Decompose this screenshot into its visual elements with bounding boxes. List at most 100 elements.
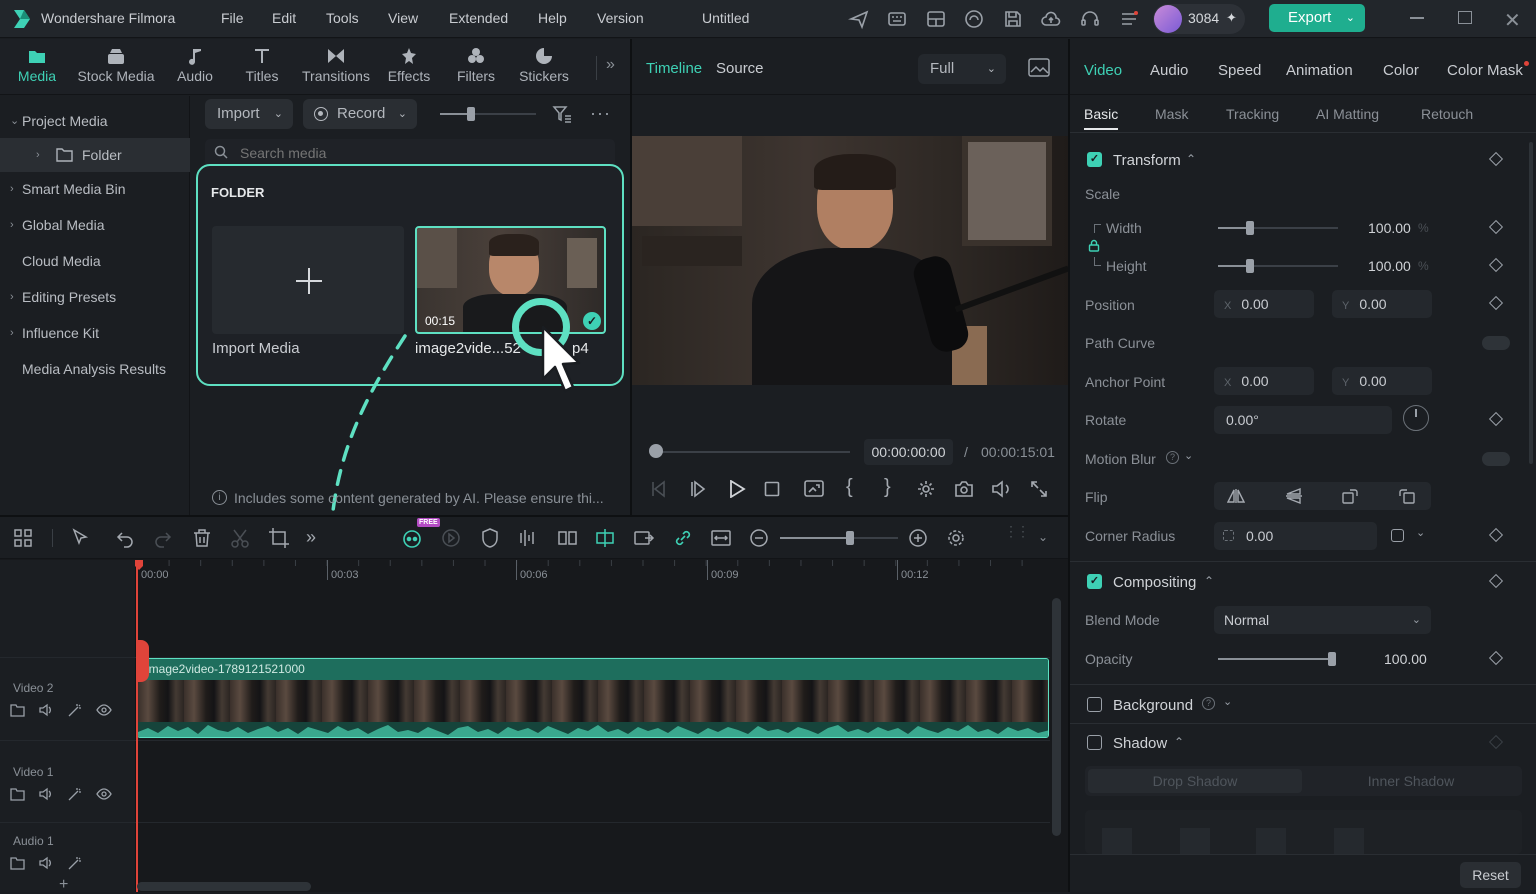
menu-tools[interactable]: Tools xyxy=(326,0,359,38)
more-options-icon[interactable]: ··· xyxy=(590,103,611,124)
delete-icon[interactable] xyxy=(191,527,213,549)
mark-in-icon[interactable]: { xyxy=(846,476,853,499)
step-forward-icon[interactable] xyxy=(689,480,709,498)
shadow-checkbox[interactable] xyxy=(1087,735,1102,750)
chevron-down-icon[interactable]: ⌄ xyxy=(1416,526,1425,539)
rotate-field[interactable]: 0.00° xyxy=(1214,406,1392,434)
inspector-scrollbar[interactable] xyxy=(1529,142,1533,464)
chevron-down-icon[interactable]: ⌄ xyxy=(1223,695,1232,708)
subtab-mask[interactable]: Mask xyxy=(1155,106,1188,122)
timeline-clip[interactable]: image2video-1789121521000 xyxy=(137,658,1049,738)
subtab-basic[interactable]: Basic xyxy=(1084,106,1118,122)
close-button[interactable]: ✕ xyxy=(1504,8,1521,33)
compositing-checkbox[interactable]: ✓ xyxy=(1087,574,1102,589)
add-track-icon[interactable]: + xyxy=(59,876,68,894)
position-y-field[interactable]: Y 0.00 xyxy=(1332,290,1432,318)
speaker-icon[interactable] xyxy=(38,855,54,871)
export-button[interactable]: Export ⌄ xyxy=(1269,4,1365,32)
crop-view-icon[interactable] xyxy=(804,480,824,498)
motion-blur-toggle[interactable] xyxy=(1482,452,1510,466)
render-settings-icon[interactable] xyxy=(916,479,936,499)
more-tools-icon[interactable]: » xyxy=(306,527,328,549)
tab-titles[interactable]: Titles xyxy=(227,44,297,84)
record-dropdown[interactable]: Record ⌄ xyxy=(303,99,417,129)
tab-filters[interactable]: Filters xyxy=(441,44,511,84)
position-x-field[interactable]: X 0.00 xyxy=(1214,290,1314,318)
speaker-icon[interactable] xyxy=(38,786,54,802)
user-credits[interactable]: 3084 ✦ xyxy=(1153,4,1245,34)
eye-icon[interactable] xyxy=(96,786,112,802)
chevron-down-icon[interactable]: ⌄ xyxy=(1038,530,1048,544)
import-dropdown[interactable]: Import ⌄ xyxy=(205,99,293,129)
menu-view[interactable]: View xyxy=(388,0,418,38)
rotate-dial-icon[interactable] xyxy=(1403,405,1429,431)
path-curve-toggle[interactable] xyxy=(1482,336,1510,350)
snapshot-view-icon[interactable] xyxy=(1028,58,1050,78)
collapse-icon[interactable]: ⌃ xyxy=(1174,735,1184,749)
tab-source[interactable]: Source xyxy=(716,60,764,77)
zoom-slider[interactable] xyxy=(780,531,898,545)
help-icon[interactable]: ? xyxy=(1166,451,1179,464)
folder-lock-icon[interactable] xyxy=(10,855,26,871)
tab-inner-shadow[interactable]: Inner Shadow xyxy=(1304,769,1518,793)
mark-out-icon[interactable]: } xyxy=(884,476,891,499)
menu-file[interactable]: File xyxy=(221,0,244,38)
collapse-icon[interactable]: ⌃ xyxy=(1186,152,1196,166)
transform-checkbox[interactable]: ✓ xyxy=(1087,152,1102,167)
tab-effects[interactable]: Effects xyxy=(374,44,444,84)
tab-audio-props[interactable]: Audio xyxy=(1150,62,1188,79)
tab-animation[interactable]: Animation xyxy=(1286,62,1353,79)
tab-timeline[interactable]: Timeline xyxy=(646,60,702,77)
sidebar-item-project-media[interactable]: ⌄ Project Media xyxy=(0,104,190,138)
help-icon[interactable]: ? xyxy=(1202,697,1215,710)
stop-icon[interactable] xyxy=(764,481,780,497)
menu-help[interactable]: Help xyxy=(538,0,567,38)
tab-audio[interactable]: Audio xyxy=(160,44,230,84)
sidebar-item-folder[interactable]: › Folder xyxy=(0,138,190,172)
list-menu-icon[interactable] xyxy=(1118,8,1140,30)
magic-wand-icon[interactable] xyxy=(67,786,83,802)
chevron-down-icon[interactable]: ⌄ xyxy=(1184,449,1193,462)
split-screen-icon[interactable] xyxy=(556,527,578,549)
folder-lock-icon[interactable] xyxy=(10,786,26,802)
tab-stickers[interactable]: Stickers xyxy=(509,44,579,84)
undo-icon[interactable] xyxy=(114,527,136,549)
layout-grid-icon[interactable] xyxy=(12,527,34,549)
save-icon[interactable] xyxy=(1002,8,1024,30)
progress-knob[interactable] xyxy=(649,444,663,458)
width-slider[interactable] xyxy=(1218,221,1338,235)
playhead-line[interactable] xyxy=(136,560,138,892)
tab-speed[interactable]: Speed xyxy=(1218,62,1261,79)
cut-icon[interactable] xyxy=(229,527,251,549)
height-value[interactable]: 100.00 xyxy=(1368,258,1411,274)
playhead-clip-marker[interactable] xyxy=(136,640,149,682)
ai-replay-icon[interactable] xyxy=(440,527,462,549)
sidebar-item-media-analysis[interactable]: Media Analysis Results xyxy=(0,352,190,386)
select-tool-icon[interactable] xyxy=(70,527,92,549)
sidebar-item-influence-kit[interactable]: › Influence Kit xyxy=(0,316,190,350)
playback-progress[interactable] xyxy=(650,451,850,453)
support-headset-icon[interactable] xyxy=(1079,8,1101,30)
quality-dropdown[interactable]: Full ⌄ xyxy=(918,54,1006,84)
shield-icon[interactable] xyxy=(479,527,501,549)
cloud-upload-icon[interactable] xyxy=(1040,8,1062,30)
drag-handle-icon[interactable]: ⋮⋮ xyxy=(1004,524,1030,549)
camera-snapshot-icon[interactable] xyxy=(954,480,974,498)
tab-stock-media[interactable]: Stock Media xyxy=(72,44,160,84)
background-checkbox[interactable] xyxy=(1087,697,1102,712)
opacity-value[interactable]: 100.00 xyxy=(1384,651,1427,667)
replace-icon[interactable] xyxy=(633,527,655,549)
volume-icon[interactable] xyxy=(991,480,1013,498)
fullscreen-icon[interactable] xyxy=(1030,480,1048,498)
crop-icon[interactable] xyxy=(268,527,290,549)
horizontal-scrollbar[interactable] xyxy=(137,882,311,891)
thumbnail-size-slider[interactable] xyxy=(440,107,536,121)
import-media-tile[interactable] xyxy=(212,226,404,334)
tab-media[interactable]: Media xyxy=(2,44,72,84)
expand-tabs-icon[interactable]: » xyxy=(606,56,615,74)
play-icon[interactable] xyxy=(727,480,747,498)
sidebar-item-global-media[interactable]: › Global Media xyxy=(0,208,190,242)
blend-mode-dropdown[interactable]: Normal ⌄ xyxy=(1214,606,1431,634)
sidebar-item-cloud-media[interactable]: Cloud Media xyxy=(0,244,190,278)
folder-lock-icon[interactable] xyxy=(10,702,26,718)
